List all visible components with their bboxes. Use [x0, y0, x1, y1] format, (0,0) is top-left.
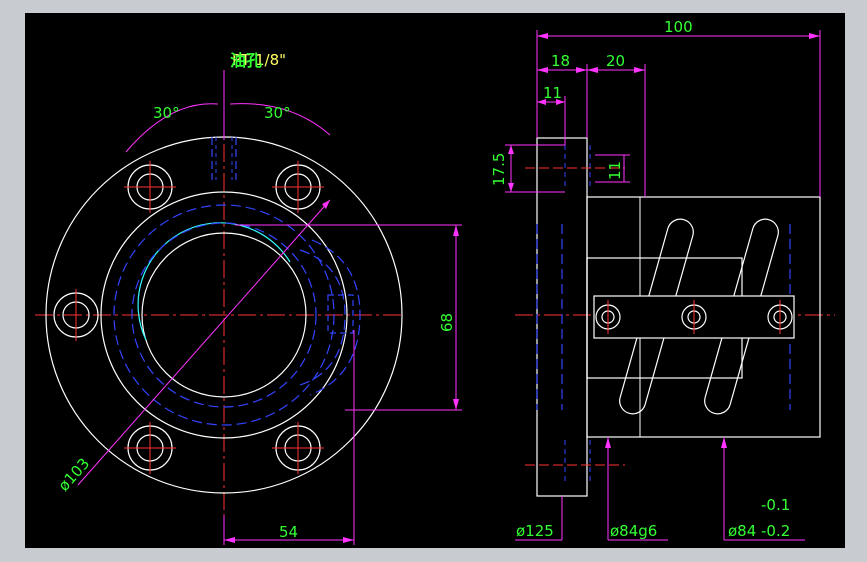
dim-20-arrow-r [634, 67, 645, 73]
dim-11-side-label: 11 [606, 161, 624, 180]
dim-17-5-arrow-b [508, 183, 514, 192]
height-arrow-top [453, 225, 459, 236]
bolt-hole-left [53, 289, 99, 341]
width-arrow-left [224, 537, 235, 543]
front-view: 30° 30° PT 1/8" 油孔 ø103 68 54 [35, 51, 462, 545]
angle-right-label: 30° [264, 104, 291, 122]
dim-18-label: 18 [551, 52, 570, 70]
oil-hole-label: 油孔 [230, 51, 262, 70]
dim-20-label: 20 [606, 52, 625, 70]
angle-left-label: 30° [153, 104, 180, 122]
tolerance-upper-label: -0.1 [761, 496, 790, 514]
height-dim-label: 68 [438, 313, 456, 332]
cad-canvas[interactable]: 30° 30° PT 1/8" 油孔 ø103 68 54 100 18 20 … [25, 13, 845, 548]
width-dim-label: 54 [279, 523, 298, 541]
dim-11-top-label: 11 [543, 84, 562, 102]
dim-18-arrow-l [537, 67, 548, 73]
pcd-leader [77, 199, 331, 486]
dim-20-arrow-l [587, 67, 598, 73]
height-arrow-bottom [453, 399, 459, 410]
bolt-hole-bottom-right [272, 422, 324, 474]
width-arrow-right [343, 537, 354, 543]
bolt-hole-bottom-left [124, 422, 176, 474]
dia-84g6-label: ø84g6 [610, 522, 657, 540]
thread-arc [137, 222, 291, 341]
dim-17-5-label: 17.5 [490, 153, 508, 186]
dim-17-5-arrow-t [508, 145, 514, 154]
dia-84-label: ø84 [728, 522, 756, 540]
tolerance-lower-label: -0.2 [761, 522, 790, 540]
dia-84g6-arrow [605, 437, 611, 448]
dia-125-label: ø125 [516, 522, 554, 540]
hidden-pocket [327, 294, 354, 334]
side-view: 100 18 20 11 17.5 11 ø125 ø84g6 ø84 -0.2… [490, 18, 835, 541]
dia-84-arrow [721, 437, 727, 448]
dim-100-label: 100 [664, 18, 693, 36]
technical-drawing: 30° 30° PT 1/8" 油孔 ø103 68 54 100 18 20 … [35, 18, 835, 545]
dim-100-arrow-r [809, 33, 820, 39]
dim-100-arrow-l [537, 33, 548, 39]
dim-18-arrow-r [576, 67, 587, 73]
